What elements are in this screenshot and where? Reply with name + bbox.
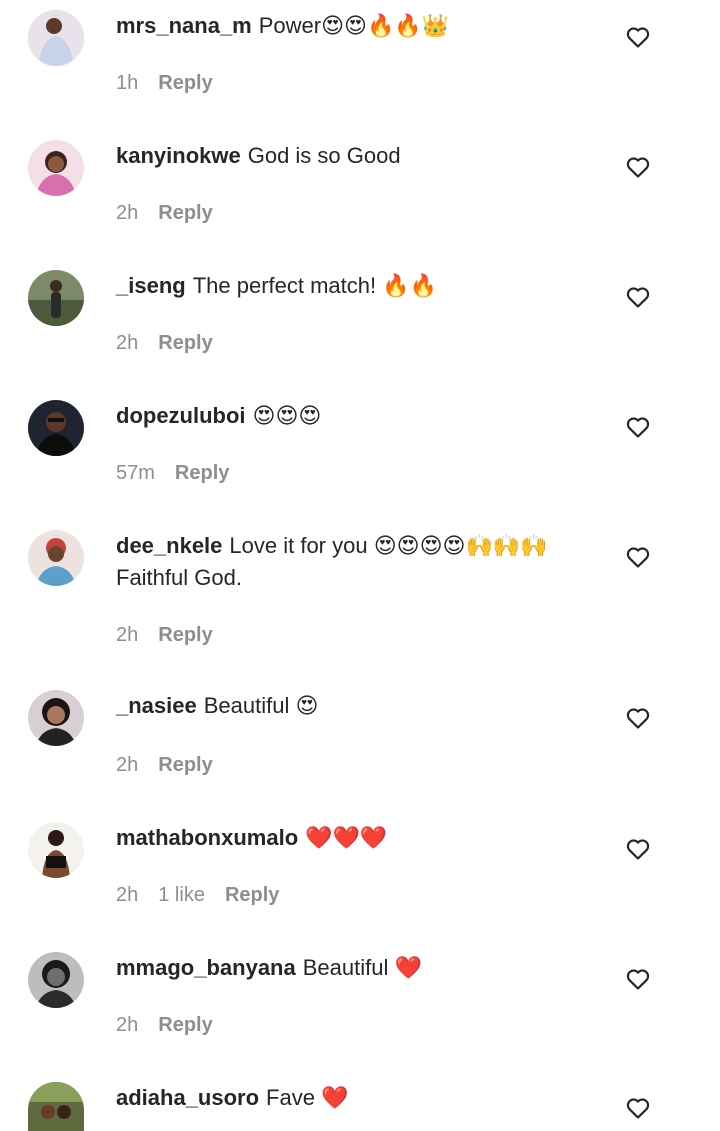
comment-body-line2: Faithful God. [116,565,242,590]
comment-text: _nasiee Beautiful 😍 [116,690,596,722]
heart-outline-icon[interactable] [626,286,650,308]
comment-username[interactable]: _iseng [116,273,186,298]
comment-time: 57m [116,462,155,484]
comment-meta: 2h 1 like Reply [116,884,299,907]
comment-username[interactable]: _nasiee [116,693,197,718]
heart-outline-icon[interactable] [626,707,650,729]
heart-outline-icon[interactable] [626,838,650,860]
comment-body: God is so Good [247,143,401,168]
avatar[interactable] [28,822,84,878]
comment-time: 2h [116,884,139,906]
avatar[interactable] [28,10,84,66]
comment-meta: 1h Reply [116,72,233,95]
comment-body: Beautiful 😍 [203,693,319,718]
comment-text: dopezuluboi 😍😍😍 [116,400,596,432]
heart-outline-icon[interactable] [626,1097,650,1119]
avatar[interactable] [28,530,84,586]
comment-text: mathabonxumalo ❤️❤️❤️ [116,822,596,854]
comment-body: The perfect match! 🔥🔥 [192,273,438,298]
comment-body: Power😍😍🔥🔥👑 [258,13,450,38]
comment-time: 2h [116,1014,139,1036]
comment-body: Fave ❤️ [266,1085,349,1110]
reply-button[interactable]: Reply [175,462,229,484]
reply-button[interactable]: Reply [158,754,212,776]
comment-meta: 2h Reply [116,1014,233,1037]
avatar[interactable] [28,952,84,1008]
reply-button[interactable]: Reply [158,332,212,354]
comment-text: dee_nkele Love it for you 😍😍😍😍🙌🙌🙌 Faithfu… [116,530,596,594]
avatar[interactable] [28,270,84,326]
comment-time: 2h [116,624,139,646]
heart-outline-icon[interactable] [626,546,650,568]
avatar[interactable] [28,690,84,746]
reply-button[interactable]: Reply [158,1014,212,1036]
comment-meta: 2h Reply [116,754,233,777]
comment-text: _iseng The perfect match! 🔥🔥 [116,270,596,302]
heart-outline-icon[interactable] [626,156,650,178]
comment-time: 1h [116,72,139,94]
heart-outline-icon[interactable] [626,26,650,48]
comment-text: kanyinokwe God is so Good [116,140,596,172]
comment-username[interactable]: adiaha_usoro [116,1085,259,1110]
comment-username[interactable]: kanyinokwe [116,143,241,168]
comment-time: 2h [116,754,139,776]
comment-username[interactable]: dee_nkele [116,533,222,558]
comment-username[interactable]: mmago_banyana [116,955,296,980]
heart-outline-icon[interactable] [626,416,650,438]
comment-meta: 2h Reply [116,202,233,225]
comment-meta: 2h Reply [116,332,233,355]
reply-button[interactable]: Reply [158,624,212,646]
comment-text: adiaha_usoro Fave ❤️ [116,1082,596,1114]
comment-meta: 2h Reply [116,624,233,647]
comment-time: 2h [116,332,139,354]
comment-body: Beautiful ❤️ [302,955,422,980]
reply-button[interactable]: Reply [158,72,212,94]
comment-text: mrs_nana_m Power😍😍🔥🔥👑 [116,10,596,42]
comment-time: 2h [116,202,139,224]
comment-username[interactable]: mathabonxumalo [116,825,298,850]
comment-text: mmago_banyana Beautiful ❤️ [116,952,596,984]
avatar[interactable] [28,140,84,196]
avatar[interactable] [28,400,84,456]
avatar[interactable] [28,1082,84,1131]
reply-button[interactable]: Reply [158,202,212,224]
comment-body: ❤️❤️❤️ [305,825,388,850]
likes-count[interactable]: 1 like [158,884,205,906]
comment-meta: 57m Reply [116,462,249,485]
comment-body: 😍😍😍 [252,403,322,428]
comment-username[interactable]: dopezuluboi [116,403,246,428]
heart-outline-icon[interactable] [626,968,650,990]
reply-button[interactable]: Reply [225,884,279,906]
comment-body: Love it for you 😍😍😍😍🙌🙌🙌 [229,533,548,558]
comment-username[interactable]: mrs_nana_m [116,13,252,38]
